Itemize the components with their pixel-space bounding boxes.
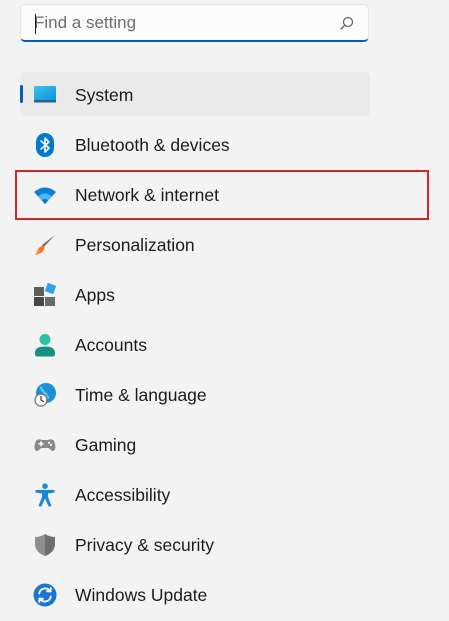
- nav-item-personalization[interactable]: Personalization: [0, 221, 449, 271]
- selected-background: [20, 72, 370, 116]
- nav-item-apps[interactable]: Apps: [0, 271, 449, 321]
- nav-item-accessibility[interactable]: Accessibility: [0, 471, 449, 521]
- nav-item-label: Time & language: [75, 385, 207, 405]
- nav-item-label: System: [75, 85, 134, 105]
- bluetooth-icon: [36, 133, 54, 157]
- settings-nav: System Bluetooth & devices Network & int…: [0, 71, 449, 621]
- gamepad-icon: [34, 439, 56, 451]
- nav-item-privacy-security[interactable]: Privacy & security: [0, 521, 449, 571]
- nav-item-label: Apps: [75, 285, 115, 305]
- monitor-icon: [34, 86, 56, 103]
- globe-clock-icon: [34, 383, 56, 407]
- nav-item-label: Personalization: [75, 235, 195, 255]
- selection-indicator: [20, 85, 23, 103]
- nav-item-label: Accessibility: [75, 485, 171, 505]
- person-icon: [35, 334, 55, 357]
- text-cursor: [35, 14, 36, 34]
- nav-item-label: Gaming: [75, 435, 137, 455]
- search-input[interactable]: [34, 11, 334, 35]
- nav-item-gaming[interactable]: Gaming: [0, 421, 449, 471]
- update-icon: [33, 583, 57, 607]
- nav-item-system[interactable]: System: [0, 71, 449, 121]
- search-icon[interactable]: [340, 16, 354, 30]
- accessibility-icon: [35, 483, 55, 507]
- nav-item-accounts[interactable]: Accounts: [0, 321, 449, 371]
- shield-icon: [35, 534, 55, 556]
- apps-icon: [34, 283, 56, 306]
- nav-item-label: Accounts: [75, 335, 147, 355]
- nav-item-label: Windows Update: [75, 585, 208, 605]
- nav-item-network-internet[interactable]: Network & internet: [0, 171, 449, 221]
- nav-item-label: Privacy & security: [75, 535, 215, 555]
- wifi-icon: [34, 187, 56, 204]
- nav-item-bluetooth-devices[interactable]: Bluetooth & devices: [0, 121, 449, 171]
- search-box[interactable]: [20, 4, 369, 42]
- nav-item-time-language[interactable]: Time & language: [0, 371, 449, 421]
- nav-item-label: Bluetooth & devices: [75, 135, 230, 155]
- nav-item-label: Network & internet: [75, 185, 219, 205]
- paintbrush-icon: [35, 235, 55, 255]
